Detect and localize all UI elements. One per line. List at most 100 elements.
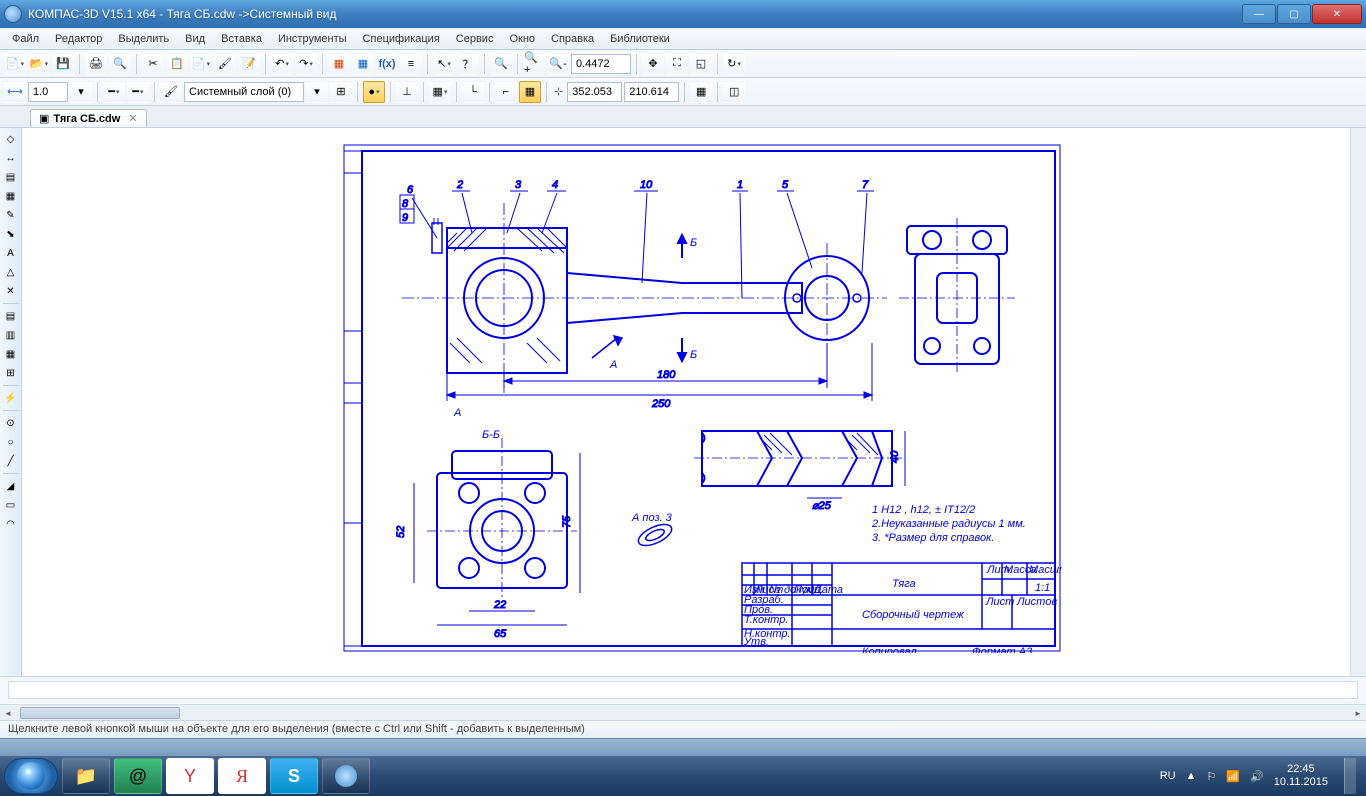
tray-flag-icon[interactable]: ▲ [1186, 770, 1197, 782]
vertical-scrollbar[interactable] [1350, 128, 1366, 676]
zoom-in-button[interactable]: 🔍+ [523, 53, 545, 75]
show-desktop-button[interactable] [1344, 758, 1356, 794]
lineend1-button[interactable]: ━ [103, 81, 125, 103]
tray-clock[interactable]: 22:45 10.11.2015 [1274, 763, 1328, 789]
windows-button[interactable]: ◫ [723, 81, 745, 103]
ortho-button[interactable]: ⊥ [396, 81, 418, 103]
layer-select[interactable] [184, 82, 304, 102]
switch-cs-button[interactable]: ▦ [690, 81, 712, 103]
redraw-button[interactable]: ↻ [723, 53, 745, 75]
linewidth-input[interactable] [28, 82, 68, 102]
menu-spec[interactable]: Спецификация [355, 31, 448, 47]
linestyle-button[interactable]: ⟷ [4, 81, 26, 103]
segment-icon[interactable]: ╱ [2, 452, 20, 470]
layer-manage-button[interactable]: ⊞ [330, 81, 352, 103]
const-panel-icon[interactable]: ▦ [2, 187, 20, 205]
taskbar-yandex2[interactable]: Я [218, 758, 266, 794]
properties-button[interactable]: 📝 [238, 53, 260, 75]
dim-panel-icon[interactable]: ↔ [2, 149, 20, 167]
tray-volume-icon[interactable]: 🔊 [1250, 770, 1264, 783]
zoom-window-button[interactable]: 🔍 [490, 53, 512, 75]
taskbar-app1[interactable]: @ [114, 758, 162, 794]
scroll-right-icon[interactable]: ► [1350, 705, 1366, 721]
menu-file[interactable]: Файл [4, 31, 47, 47]
cut-button[interactable]: ✂ [142, 53, 164, 75]
coord-y-input[interactable] [624, 82, 679, 102]
property-field[interactable] [8, 681, 1358, 699]
print-button[interactable]: 🖨 [85, 53, 107, 75]
line-panel-icon[interactable]: ✕ [2, 282, 20, 300]
vars-button[interactable]: ≡ [400, 53, 422, 75]
menu-help[interactable]: Справка [543, 31, 602, 47]
format-painter-button[interactable]: 🖌 [214, 53, 236, 75]
snap-global-button[interactable]: ▦ [519, 81, 541, 103]
aux-line-icon[interactable]: ◢ [2, 477, 20, 495]
spec-panel-icon[interactable]: ▤ [2, 307, 20, 325]
reports-panel-icon[interactable]: ▦ [2, 345, 20, 363]
taskbar-kompas[interactable] [322, 758, 370, 794]
scroll-left-icon[interactable]: ◄ [0, 705, 16, 721]
layer-drop[interactable]: ▾ [306, 81, 328, 103]
redo-button[interactable]: ↷ [295, 53, 317, 75]
doc-tab-tyaga[interactable]: ▣ Тяга СБ.cdw ✕ [30, 109, 147, 127]
tray-action-icon[interactable]: ⚐ [1206, 770, 1216, 783]
menu-tools[interactable]: Инструменты [270, 31, 355, 47]
linewidth-drop[interactable]: ▾ [70, 81, 92, 103]
grid-button[interactable]: ▦ [429, 81, 451, 103]
spec2-panel-icon[interactable]: ▥ [2, 326, 20, 344]
taskbar-skype[interactable]: S [270, 758, 318, 794]
tray-network-icon[interactable]: 📶 [1226, 770, 1240, 783]
copy-button[interactable]: 📋 [166, 53, 188, 75]
zoom-prev-button[interactable]: ◱ [690, 53, 712, 75]
measure-panel-icon[interactable]: △ [2, 263, 20, 281]
fx-button[interactable]: f(x) [376, 53, 398, 75]
menu-view[interactable]: Вид [177, 31, 213, 47]
preview-button[interactable]: 🔍 [109, 53, 131, 75]
layer-brush-button[interactable]: 🖌 [160, 81, 182, 103]
spec-button[interactable]: ▦ [328, 53, 350, 75]
doc-tab-close[interactable]: ✕ [128, 112, 137, 125]
lineend2-button[interactable]: ━ [127, 81, 149, 103]
taskbar-yandex[interactable]: Y [166, 758, 214, 794]
coord-x-input[interactable] [567, 82, 622, 102]
cursor-button[interactable]: ↖ [433, 53, 455, 75]
local-cs-button[interactable]: └ [462, 81, 484, 103]
zoom-input[interactable] [571, 54, 631, 74]
help-button[interactable]: ？ [457, 53, 479, 75]
menu-libs[interactable]: Библиотеки [602, 31, 678, 47]
rect-icon[interactable]: ▭ [2, 496, 20, 514]
lang-indicator[interactable]: RU [1160, 770, 1176, 782]
minimize-button[interactable]: — [1242, 4, 1276, 24]
snap-toggle[interactable]: ● [363, 81, 385, 103]
menu-service[interactable]: Сервис [448, 31, 502, 47]
start-button[interactable] [4, 758, 58, 794]
arc-icon[interactable]: ◠ [2, 515, 20, 533]
menu-window[interactable]: Окно [501, 31, 543, 47]
zoom-out-button[interactable]: 🔍- [547, 53, 569, 75]
open-button[interactable]: 📂 [28, 53, 50, 75]
drawing-canvas[interactable]: ▴ [22, 128, 1366, 676]
tool1-icon[interactable]: ⚡ [2, 389, 20, 407]
save-button[interactable]: 💾 [52, 53, 74, 75]
horizontal-scrollbar[interactable]: ◄ ► [0, 704, 1366, 720]
param-panel-icon[interactable]: ⬊ [2, 225, 20, 243]
edit-panel-icon[interactable]: ✎ [2, 206, 20, 224]
undo-button[interactable]: ↶ [271, 53, 293, 75]
menu-select[interactable]: Выделить [110, 31, 177, 47]
menu-insert[interactable]: Вставка [213, 31, 270, 47]
designation-panel-icon[interactable]: ▤ [2, 168, 20, 186]
geom-panel-icon[interactable]: ◇ [2, 130, 20, 148]
zoom-fit-button[interactable]: ⛶ [666, 53, 688, 75]
text-panel-icon[interactable]: A [2, 244, 20, 262]
views-panel-icon[interactable]: ⊞ [2, 364, 20, 382]
close-button[interactable]: ✕ [1312, 4, 1362, 24]
maximize-button[interactable]: ▢ [1277, 4, 1311, 24]
taskbar-explorer[interactable]: 📁 [62, 758, 110, 794]
circle-icon[interactable]: ○ [2, 433, 20, 451]
spec2-button[interactable]: ▦ [352, 53, 374, 75]
point-icon[interactable]: ⊙ [2, 414, 20, 432]
new-button[interactable]: 📄 [4, 53, 26, 75]
menu-edit[interactable]: Редактор [47, 31, 110, 47]
paste-button[interactable]: 📄 [190, 53, 212, 75]
pan-button[interactable]: ✥ [642, 53, 664, 75]
